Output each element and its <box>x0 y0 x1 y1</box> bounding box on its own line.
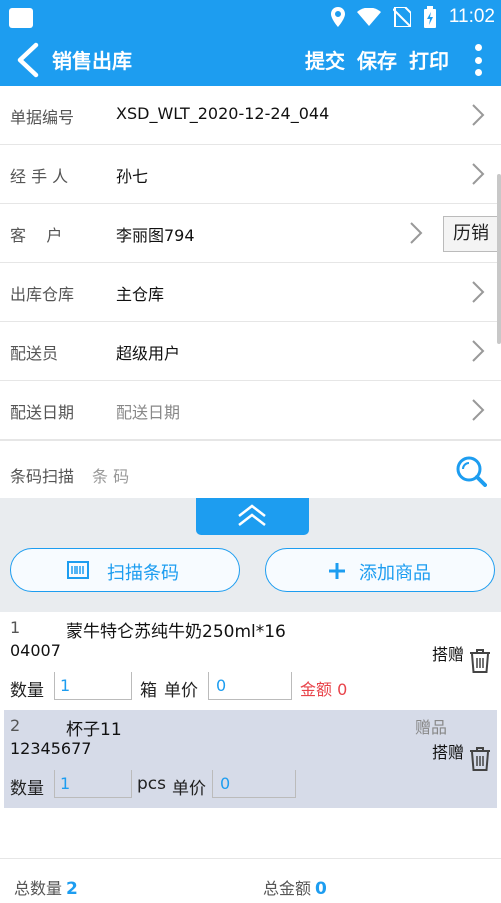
item-code: 12345677 <box>10 739 92 758</box>
scrollbar[interactable] <box>497 174 501 344</box>
action-area: 扫描条码 添加商品 <box>0 498 501 612</box>
amount-label: 金额 <box>300 680 333 699</box>
barcode-icon <box>67 561 89 579</box>
collapse-button[interactable] <box>196 498 309 535</box>
totals-bar: 总数量 2 总金额 0 <box>0 858 501 903</box>
back-arrow-icon[interactable] <box>14 42 42 78</box>
order-number-value: XSD_WLT_2020-12-24_044 <box>116 104 330 123</box>
item-name: 蒙牛特仑苏纯牛奶250ml*16 <box>66 622 286 642</box>
total-amount: 总金额 0 <box>263 875 327 899</box>
list-item[interactable]: 2 杯子11 赠品 12345677 搭赠 数量 1 pcs 单价 0 <box>4 710 497 808</box>
quantity-label: 数量 <box>10 779 44 799</box>
handler-value: 孙七 <box>116 167 149 186</box>
quantity-input[interactable]: 1 <box>54 672 132 700</box>
field-label: 单据编号 <box>10 108 75 127</box>
total-quantity: 总数量 2 <box>14 875 78 899</box>
row-handler[interactable]: 经 手 人 孙七 <box>0 145 501 204</box>
list-item[interactable]: 1 蒙牛特仑苏纯牛奶250ml*16 04007 搭赠 数量 1 箱 单价 0 … <box>4 612 497 710</box>
submit-button[interactable]: 提交 <box>305 45 345 74</box>
clock: 11:02 <box>448 6 495 27</box>
price-label: 单价 <box>164 681 198 701</box>
gift-toggle[interactable]: 搭赠 <box>432 739 464 763</box>
field-label: 客 户 <box>10 226 63 245</box>
item-index: 2 <box>10 716 21 735</box>
chevron-right-icon[interactable] <box>471 339 485 363</box>
wifi-icon <box>356 8 381 26</box>
print-button[interactable]: 打印 <box>409 45 449 74</box>
quantity-input[interactable]: 1 <box>54 770 132 798</box>
field-label: 配送员 <box>10 344 59 363</box>
warehouse-value: 主仓库 <box>116 285 165 304</box>
price-input[interactable]: 0 <box>208 672 292 700</box>
field-label: 出库仓库 <box>10 285 75 304</box>
unit-label: 箱 <box>140 681 157 701</box>
row-delivery-date[interactable]: 配送日期 配送日期 <box>0 381 501 440</box>
trash-icon[interactable] <box>469 746 491 772</box>
barcode-input[interactable]: 条 码 <box>92 463 129 487</box>
location-icon <box>330 7 345 27</box>
unit-label: pcs <box>137 774 166 794</box>
plus-icon <box>329 563 345 579</box>
gift-toggle[interactable]: 搭赠 <box>432 641 464 665</box>
chevron-right-icon[interactable] <box>409 221 423 245</box>
row-courier[interactable]: 配送员 超级用户 <box>0 322 501 381</box>
row-warehouse[interactable]: 出库仓库 主仓库 <box>0 263 501 322</box>
quantity-label: 数量 <box>10 681 44 701</box>
row-customer[interactable]: 客 户 李丽图794 历销 <box>0 204 501 263</box>
field-label: 配送日期 <box>10 403 75 422</box>
order-form: 单据编号 XSD_WLT_2020-12-24_044 经 手 人 孙七 客 户… <box>0 86 501 440</box>
total-quantity-label: 总数量 <box>14 879 63 898</box>
total-amount-value: 0 <box>315 879 327 899</box>
add-product-button[interactable]: 添加商品 <box>265 548 495 592</box>
delivery-date-field[interactable]: 配送日期 <box>116 399 180 423</box>
barcode-label: 条码扫描 <box>10 467 75 486</box>
amount-text: 金额 0 <box>300 676 347 700</box>
collapse-up-icon <box>238 504 266 526</box>
add-product-label: 添加商品 <box>359 563 431 584</box>
item-name: 杯子11 <box>66 720 122 740</box>
item-index: 1 <box>10 618 21 637</box>
customer-value: 李丽图794 <box>116 226 195 245</box>
no-sim-icon <box>392 7 411 27</box>
battery-icon <box>423 6 436 28</box>
sales-history-button[interactable]: 历销 <box>443 216 501 252</box>
gift-badge: 赠品 <box>414 718 447 737</box>
chevron-right-icon[interactable] <box>471 280 485 304</box>
status-bar: 11:02 <box>0 0 501 34</box>
total-amount-label: 总金额 <box>263 879 312 898</box>
notification-icon <box>9 8 33 28</box>
scan-barcode-label: 扫描条码 <box>107 563 179 584</box>
search-scan-icon[interactable] <box>455 455 487 487</box>
more-vert-icon[interactable] <box>473 44 483 76</box>
app-bar: 销售出库 提交 保存 打印 <box>0 34 501 86</box>
page-title: 销售出库 <box>52 49 132 73</box>
item-code: 04007 <box>10 641 61 660</box>
chevron-right-icon[interactable] <box>471 162 485 186</box>
trash-icon[interactable] <box>469 648 491 674</box>
courier-value: 超级用户 <box>116 344 181 363</box>
barcode-scan-row: 条码扫描 条 码 <box>0 440 501 498</box>
price-input[interactable]: 0 <box>212 770 296 798</box>
total-quantity-value: 2 <box>66 879 78 899</box>
chevron-right-icon[interactable] <box>471 398 485 422</box>
save-button[interactable]: 保存 <box>357 45 397 74</box>
amount-value: 0 <box>337 680 348 699</box>
field-label: 经 手 人 <box>10 167 69 186</box>
scan-barcode-button[interactable]: 扫描条码 <box>10 548 240 592</box>
row-order-number[interactable]: 单据编号 XSD_WLT_2020-12-24_044 <box>0 86 501 145</box>
chevron-right-icon[interactable] <box>471 103 485 127</box>
price-label: 单价 <box>172 779 206 799</box>
